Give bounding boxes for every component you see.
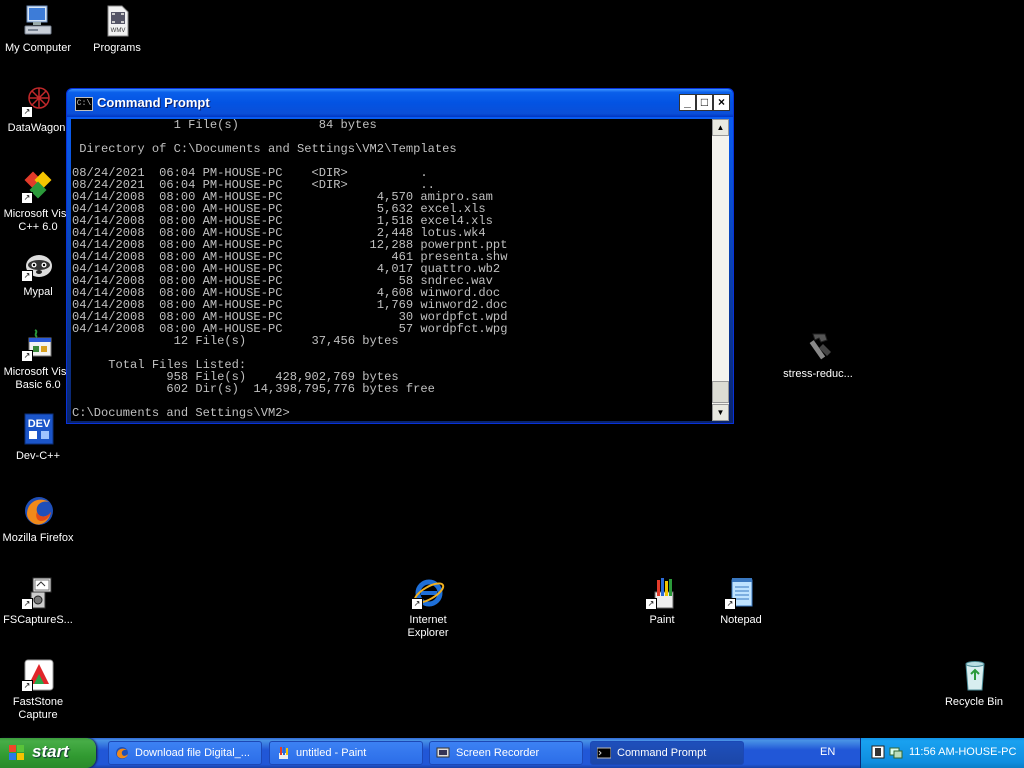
icon-label: Programs [93, 42, 141, 54]
shortcut-arrow-icon: ↗ [21, 680, 33, 692]
paint-icon: ↗ [645, 576, 679, 610]
desktop-icon-firefox[interactable]: Mozilla Firefox [0, 494, 78, 545]
visual-basic-icon: ↗ [21, 328, 55, 362]
video-file-icon: WMV [100, 4, 134, 38]
console-output[interactable]: 1 File(s) 84 bytes Directory of C:\Docum… [71, 119, 713, 421]
icon-label: FSCaptureS... [3, 614, 73, 626]
faststone-capture-icon: ↗ [21, 658, 55, 692]
shortcut-arrow-icon: ↗ [21, 350, 33, 362]
datawagon-icon: ↗ [21, 84, 55, 118]
maximize-button[interactable]: □ [696, 94, 713, 111]
desktop-icon-paint[interactable]: ↗ Paint [622, 576, 702, 627]
desktop-icon-my-computer[interactable]: My Computer [0, 4, 78, 55]
clock[interactable]: 11:56 AM-HOUSE-PC [909, 746, 1016, 758]
film-recorder-tray-icon[interactable] [871, 745, 885, 759]
cmd-icon: C:\ [75, 97, 93, 111]
shortcut-arrow-icon: ↗ [411, 598, 423, 610]
desktop-icon-notepad[interactable]: ↗ Notepad [701, 576, 781, 627]
icon-label: Recycle Bin [944, 696, 1004, 708]
icon-label: My Computer [4, 42, 72, 54]
system-tray: 11:56 AM-HOUSE-PC [860, 738, 1024, 768]
scroll-down-button[interactable]: ▼ [712, 404, 729, 421]
scroll-thumb[interactable] [712, 381, 729, 403]
task-label: Download file Digital_... [135, 747, 250, 759]
paint-icon [279, 747, 288, 759]
language-indicator[interactable]: EN [820, 746, 835, 758]
vertical-scrollbar[interactable]: ▲ ▼ [712, 119, 729, 421]
task-firefox-download[interactable]: Download file Digital_... [108, 741, 262, 765]
icon-label: Notepad [720, 614, 762, 626]
task-screen-recorder[interactable]: Screen Recorder [429, 741, 583, 765]
shortcut-arrow-icon: ↗ [21, 106, 33, 118]
window-titlebar[interactable]: C:\ Command Prompt _ □ × [67, 89, 733, 117]
icon-label: FastStone Capture [12, 696, 64, 721]
wmv-badge: WMV [111, 28, 126, 34]
internet-explorer-icon: ↗ [411, 576, 445, 610]
command-prompt-window[interactable]: C:\ Command Prompt _ □ × 1 File(s) 84 by… [66, 88, 734, 424]
shortcut-arrow-icon: ↗ [724, 598, 736, 610]
desktop-icon-fscapture-setup[interactable]: ↗ FSCaptureS... [0, 576, 78, 627]
shortcut-arrow-icon: ↗ [645, 598, 657, 610]
devcpp-icon: DEV [21, 412, 55, 446]
dev-badge: DEV [28, 418, 51, 430]
screen-recorder-icon [436, 747, 450, 758]
icon-label: Mozilla Firefox [2, 532, 74, 544]
installer-icon: ↗ [21, 576, 55, 610]
network-tray-icon[interactable] [889, 745, 903, 759]
desktop-icon-stress-reducer[interactable]: stress-reduc... [778, 330, 858, 381]
task-command-prompt[interactable]: Command Prompt [590, 741, 744, 765]
cmd-icon [597, 747, 611, 759]
close-button[interactable]: × [713, 94, 730, 111]
firefox-icon [21, 494, 55, 528]
icon-label: Paint [649, 614, 675, 626]
icon-label: Internet Explorer [407, 614, 449, 639]
start-label: start [32, 742, 69, 761]
task-label: untitled - Paint [296, 747, 367, 759]
recycle-bin-icon [957, 658, 991, 692]
hammer-icon [801, 330, 835, 364]
shortcut-arrow-icon: ↗ [21, 270, 33, 282]
shortcut-arrow-icon: ↗ [21, 192, 33, 204]
start-button[interactable]: start [0, 738, 96, 768]
taskbar: start Download file Digital_... untitled… [0, 738, 1024, 768]
desktop-icon-faststone-capture[interactable]: ↗ FastStone Capture [0, 658, 78, 722]
icon-label: Dev-C++ [15, 450, 61, 462]
task-paint[interactable]: untitled - Paint [269, 741, 423, 765]
task-label: Command Prompt [617, 747, 707, 759]
visual-cpp-icon: ↗ [21, 170, 55, 204]
mypal-raccoon-icon: ↗ [21, 248, 55, 282]
computer-icon [21, 4, 55, 38]
task-label: Screen Recorder [456, 747, 540, 759]
notepad-icon: ↗ [724, 576, 758, 610]
desktop-icon-internet-explorer[interactable]: ↗ Internet Explorer [388, 576, 468, 640]
shortcut-arrow-icon: ↗ [21, 598, 33, 610]
desktop-icon-recycle-bin[interactable]: Recycle Bin [934, 658, 1014, 709]
windows-logo-icon [9, 745, 25, 761]
window-title: Command Prompt [97, 95, 210, 110]
icon-label: stress-reduc... [783, 368, 853, 380]
scroll-up-button[interactable]: ▲ [712, 119, 729, 136]
desktop-icon-programs[interactable]: WMV Programs [77, 4, 157, 55]
firefox-icon [116, 747, 128, 759]
console-text: 1 File(s) 84 bytes Directory of C:\Docum… [72, 119, 508, 420]
minimize-button[interactable]: _ [679, 94, 696, 111]
